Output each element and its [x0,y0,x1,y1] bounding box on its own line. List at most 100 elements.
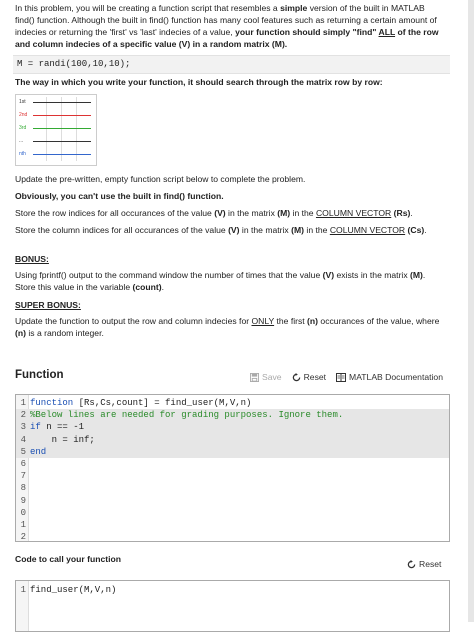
bonus-part: Using fprintf() output to the command wi… [15,270,323,280]
diagram-grid-line [46,97,47,161]
line-number: 2 [20,532,26,542]
line-number: 6 [20,459,26,469]
store-rows-column-vector: COLUMN VECTOR [315,208,392,218]
code-text: find_user(M,V,n) [30,585,117,595]
diagram-label-nth: nth [19,151,26,157]
store-rows-v: (V) [214,208,226,218]
bonus-part: exists in the matrix [334,270,411,280]
reset-label: Reset [419,559,442,569]
store-rows-rs: (Rs) [393,208,411,218]
intro-bold-1: your function should simply "find" [235,27,379,37]
diagram-row-3 [33,128,91,129]
diagram-grid-line [76,97,77,161]
code-line[interactable]: 2 %Below lines are needed for grading pur… [16,409,449,422]
store-rows-part: in the matrix [225,208,278,218]
reset-icon [407,559,416,568]
store-cols-column-vector: COLUMN VECTOR [329,225,406,235]
intro-text-1: In this problem, you will be creating a … [15,3,281,13]
save-label: Save [262,372,282,382]
update-note: Update the pre-written, empty function s… [15,174,306,184]
bonus-text: Using fprintf() output to the command wi… [15,270,426,292]
reset-label: Reset [303,372,327,382]
code-line[interactable]: 5 end [16,445,449,458]
reset-icon [292,372,300,381]
super-part: the first [274,316,308,326]
code-line[interactable]: 2 [16,531,449,542]
call-reset-button[interactable]: Reset [407,559,441,569]
bonus-m: (M) [410,270,423,280]
line-number: 4 [20,434,26,445]
code-line[interactable]: 7 [16,470,449,482]
code-text: end [30,446,47,457]
code-line[interactable]: 0 [16,507,449,519]
super-n2: (n) [15,328,26,338]
store-cols-text: Store the column indices for all occuran… [15,225,427,235]
code-line[interactable]: 3 if n == -1 [16,421,449,434]
code-line[interactable]: 1 find_user(M,V,n) [16,584,449,596]
code-text: n = inf; [30,434,95,445]
intro-paragraph: In this problem, you will be creating a … [15,2,445,50]
super-part: Update the function to output the row an… [15,316,252,326]
line-number: 1 [20,398,26,408]
code-line[interactable]: 8 [16,482,449,494]
code-line[interactable]: 9 [16,495,449,507]
row-search-diagram: 1st 2nd 3rd ... nth [15,94,97,166]
function-toolbar: Save Reset MATLAB Documentation [250,372,450,382]
code-line[interactable]: 1 function [Rs,Cs,count] = find_user(M,V,… [16,397,449,409]
store-cols-part: in the matrix [239,225,292,235]
line-number: 9 [20,495,26,506]
bonus-heading: BONUS: [15,254,49,264]
store-cols-part: in the [304,225,330,235]
super-bonus-heading: SUPER BONUS: [15,300,81,310]
store-rows-part: Store the row indices for all occurances… [15,208,215,218]
line-number: 0 [20,507,26,518]
matrix-code: M = randi(100,10,10); [13,55,450,74]
store-cols-m: (M) [291,225,305,235]
documentation-icon [336,372,347,382]
line-number: 2 [20,410,26,421]
diagram-row-nth [33,154,91,155]
diagram-row-1 [33,102,91,103]
store-cols-cs: (Cs) [407,225,425,235]
save-icon [250,372,259,382]
save-button[interactable]: Save [250,372,282,382]
code-line[interactable]: 4 n = inf; [16,433,449,446]
super-part: is a random integer. [25,328,104,338]
line-number: 1 [20,585,26,595]
function-reset-button[interactable]: Reset [292,372,326,382]
diagram-label-ellipsis: ... [19,138,24,144]
scrollbar-track[interactable] [468,0,474,622]
super-bonus-text: Update the function to output the row an… [15,315,447,339]
bonus-count: (count) [132,282,162,292]
matlab-documentation-button[interactable]: MATLAB Documentation [336,372,443,382]
search-note: The way in which you write your function… [15,77,383,87]
diagram-grid-line [61,97,62,161]
documentation-label: MATLAB Documentation [349,372,443,382]
store-rows-part: in the [290,208,316,218]
store-cols-part: Store the column indices for all occuran… [15,225,229,235]
code-line[interactable]: 1 [16,519,449,531]
line-number: 1 [20,520,26,530]
store-cols-v: (V) [228,225,240,235]
super-n: (n) [307,316,319,326]
call-code-editor[interactable]: 1 find_user(M,V,n) [15,580,450,632]
super-part: occurances of the value, where [318,316,440,326]
code-text: %Below lines are needed for grading purp… [30,410,344,421]
code-line[interactable]: 6 [16,458,449,470]
call-section-title: Code to call your function [15,554,121,564]
diagram-label-1st: 1st [19,99,26,105]
diagram-label-3rd: 3rd [19,125,27,131]
intro-simple: simple [280,3,308,13]
line-number: 3 [20,422,26,433]
line-number: 5 [20,446,26,457]
intro-all: ALL [378,27,396,37]
diagram-label-2nd: 2nd [19,112,28,118]
line-number: 8 [20,483,26,494]
code-text: function [Rs,Cs,count] = find_user(M,V,n… [30,398,252,408]
super-only: ONLY [251,316,275,326]
function-code-editor[interactable]: 1 function [Rs,Cs,count] = find_user(M,V,… [15,394,450,542]
diagram-row-ellipsis [33,141,91,142]
store-rows-text: Store the row indices for all occurances… [15,208,413,218]
store-rows-m: (M) [277,208,291,218]
bonus-v: (V) [322,270,335,280]
